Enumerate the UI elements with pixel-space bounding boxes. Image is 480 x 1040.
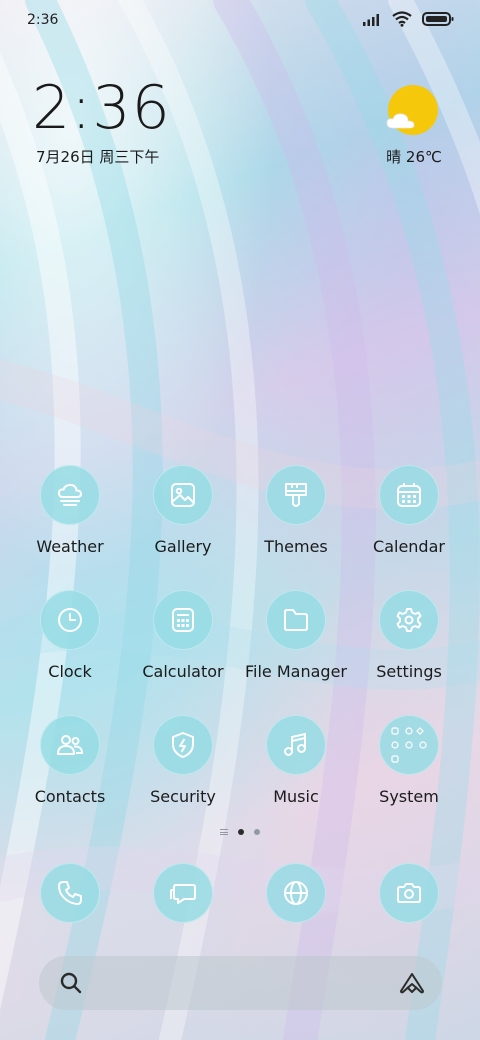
phone-icon xyxy=(58,881,82,905)
calendar-icon xyxy=(397,483,421,507)
app-label: Security xyxy=(150,787,216,806)
signal-icon xyxy=(363,14,379,26)
page-dot[interactable] xyxy=(254,829,260,835)
app-music[interactable]: Music xyxy=(240,715,352,815)
status-time: 2:36 xyxy=(27,12,59,28)
app-security[interactable]: Security xyxy=(127,715,239,815)
app-themes[interactable]: Themes xyxy=(240,465,352,565)
contacts-icon xyxy=(56,735,84,755)
app-calendar[interactable]: Calendar xyxy=(353,465,465,565)
page-indicator[interactable] xyxy=(0,829,480,835)
cloud-icon xyxy=(386,113,415,129)
app-system-folder[interactable]: System xyxy=(353,715,465,815)
page-list-icon[interactable] xyxy=(220,829,228,835)
cloud-fog-icon xyxy=(57,483,83,506)
dock-messages[interactable] xyxy=(153,863,213,923)
dock-browser[interactable] xyxy=(266,863,326,923)
app-label: Calculator xyxy=(142,662,224,681)
app-weather[interactable]: Weather xyxy=(14,465,126,565)
app-gallery[interactable]: Gallery xyxy=(127,465,239,565)
clock-widget-date[interactable]: 7月26日 周三下午 xyxy=(36,146,159,167)
app-settings[interactable]: Settings xyxy=(353,590,465,690)
gear-icon xyxy=(396,608,422,632)
music-note-icon xyxy=(284,732,306,756)
search-bar[interactable] xyxy=(39,956,442,1010)
app-contacts[interactable]: Contacts xyxy=(14,715,126,815)
assistant-icon[interactable] xyxy=(398,971,426,995)
folder-grid-icon xyxy=(391,727,427,763)
app-label: Gallery xyxy=(154,537,212,556)
app-label: Calendar xyxy=(373,537,445,556)
folder-icon xyxy=(284,609,308,631)
app-label: Themes xyxy=(264,537,328,556)
app-label: Contacts xyxy=(34,787,106,806)
shield-bolt-icon xyxy=(172,732,194,758)
weather-text: 晴 26℃ xyxy=(386,148,442,166)
app-label: Settings xyxy=(376,662,442,681)
app-clock[interactable]: Clock xyxy=(14,590,126,690)
app-label: Music xyxy=(273,787,319,806)
camera-icon xyxy=(397,883,421,903)
app-file-manager[interactable]: File Manager xyxy=(240,590,352,690)
brush-icon xyxy=(285,483,307,507)
clock-icon xyxy=(58,608,82,632)
app-label: System xyxy=(379,787,439,806)
page-dot-active[interactable] xyxy=(238,829,244,835)
image-icon xyxy=(171,483,195,507)
status-bar: 2:36 xyxy=(0,0,480,42)
battery-icon xyxy=(422,12,454,26)
app-label: Clock xyxy=(48,662,92,681)
app-calculator[interactable]: Calculator xyxy=(127,590,239,690)
message-icon xyxy=(170,884,196,904)
globe-icon xyxy=(284,881,308,905)
app-label: Weather xyxy=(36,537,104,556)
clock-widget-time[interactable]: 2:36 xyxy=(32,78,171,138)
search-icon[interactable] xyxy=(59,971,83,995)
dock-camera[interactable] xyxy=(379,863,439,923)
wifi-icon xyxy=(392,11,412,27)
dock-phone[interactable] xyxy=(40,863,100,923)
calculator-icon xyxy=(172,608,194,632)
app-label: File Manager xyxy=(245,662,347,681)
